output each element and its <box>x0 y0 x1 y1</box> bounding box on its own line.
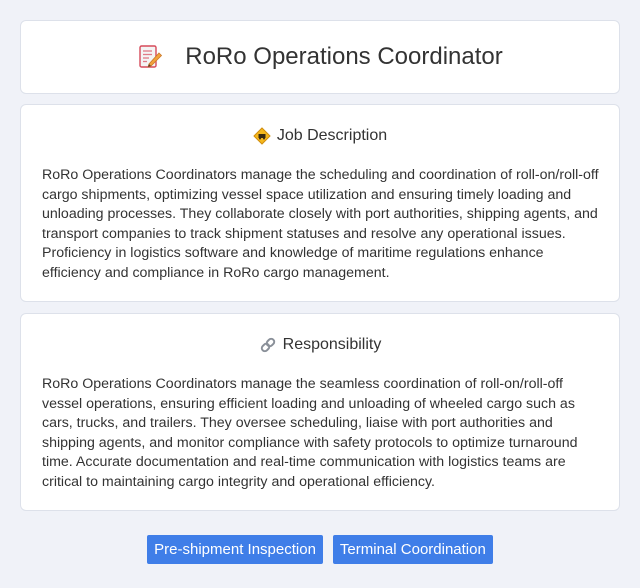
title-card: RoRo Operations Coordinator <box>20 20 620 94</box>
diamond-sign-icon <box>253 127 271 145</box>
job-description-card: Job Description RoRo Operations Coordina… <box>20 104 620 302</box>
responsibility-heading: Responsibility <box>21 336 619 354</box>
memo-pencil-icon <box>137 44 163 70</box>
page-title: RoRo Operations Coordinator <box>185 43 503 70</box>
tag-pre-shipment-inspection[interactable]: Pre-shipment Inspection <box>147 535 323 564</box>
link-icon <box>259 336 277 354</box>
job-description-heading: Job Description <box>21 127 619 145</box>
tag-list: Pre-shipment Inspection Terminal Coordin… <box>0 535 640 564</box>
responsibility-card: Responsibility RoRo Operations Coordinat… <box>20 313 620 511</box>
page: RoRo Operations Coordinator Job Descript… <box>0 0 640 588</box>
responsibility-title: Responsibility <box>282 336 382 353</box>
tag-terminal-coordination[interactable]: Terminal Coordination <box>332 535 493 564</box>
job-description-text: RoRo Operations Coordinators manage the … <box>42 167 599 281</box>
job-description-title: Job Description <box>276 127 388 144</box>
responsibility-text: RoRo Operations Coordinators manage the … <box>42 376 578 490</box>
